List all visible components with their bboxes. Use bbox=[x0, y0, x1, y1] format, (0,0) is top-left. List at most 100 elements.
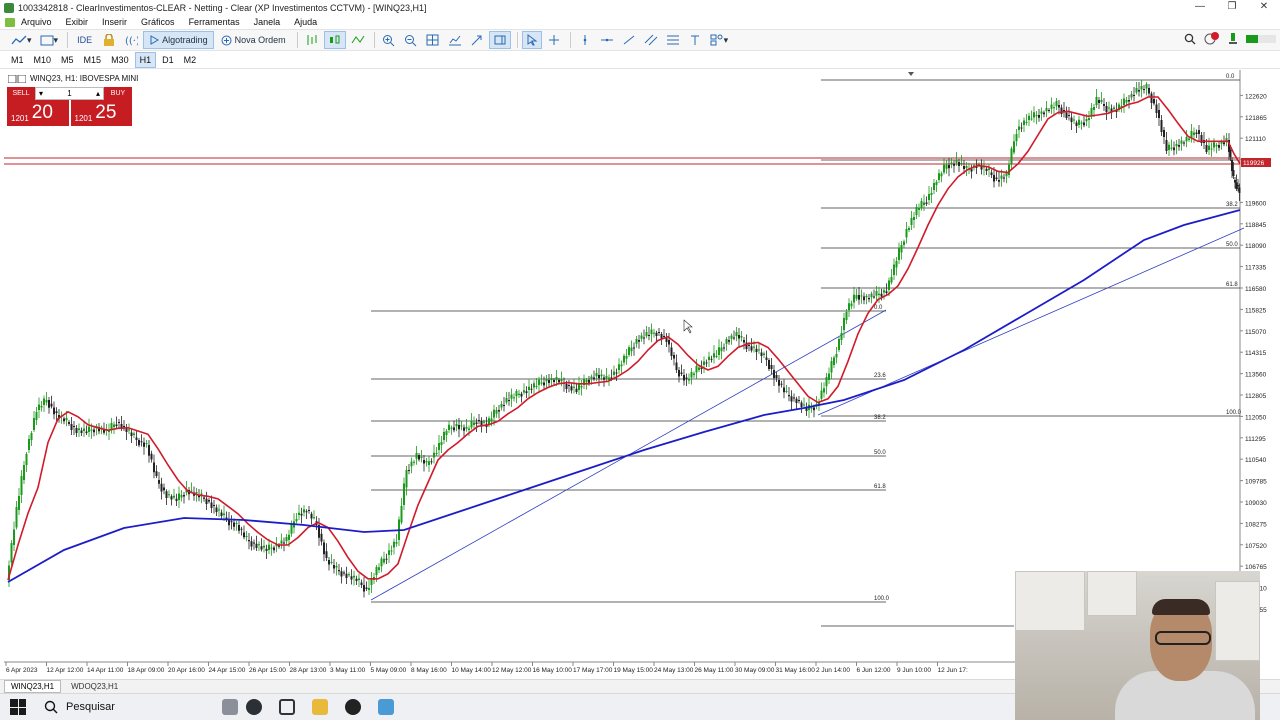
candle-body bbox=[1205, 145, 1208, 152]
candle-body bbox=[190, 490, 193, 492]
menu-ajuda[interactable]: Ajuda bbox=[294, 17, 317, 27]
ide-button[interactable]: IDE bbox=[72, 31, 97, 49]
candle-body bbox=[1190, 131, 1193, 138]
notifications-icon[interactable] bbox=[1204, 32, 1220, 45]
bar-chart-icon[interactable] bbox=[302, 31, 322, 49]
tf-m30[interactable]: M30 bbox=[107, 53, 133, 67]
candle-body bbox=[898, 248, 900, 260]
channel-icon[interactable] bbox=[641, 31, 661, 49]
lock-icon[interactable] bbox=[99, 31, 119, 49]
qty-down-icon[interactable]: ▾ bbox=[39, 89, 43, 98]
candle-body bbox=[1010, 148, 1013, 164]
candle-body bbox=[1145, 84, 1148, 89]
algotrading-button[interactable]: Algotrading bbox=[143, 31, 214, 49]
candle-body bbox=[998, 180, 1000, 182]
menu-inserir[interactable]: Inserir bbox=[102, 17, 127, 27]
candle-body bbox=[1038, 115, 1040, 118]
candle-body bbox=[470, 421, 473, 428]
candle-body bbox=[308, 510, 310, 511]
chart-end-icon[interactable] bbox=[488, 31, 511, 49]
chart-shift-icon[interactable] bbox=[467, 31, 487, 49]
taskbar-search[interactable]: Pesquisar bbox=[44, 700, 174, 714]
menu-logo-icon[interactable] bbox=[5, 17, 15, 27]
candle-body bbox=[565, 383, 568, 389]
chart-type-icon[interactable]: ▾ bbox=[8, 31, 35, 49]
bid-prefix: 1201 bbox=[11, 114, 29, 123]
template-icon[interactable]: ▾ bbox=[37, 31, 62, 49]
tf-m2[interactable]: M2 bbox=[180, 53, 201, 67]
menu-bar: Arquivo Exibir Inserir Gráficos Ferramen… bbox=[0, 15, 1280, 29]
bid-price[interactable]: 1201 20 bbox=[7, 100, 69, 126]
candle-body bbox=[710, 358, 713, 360]
line-chart-icon[interactable] bbox=[348, 31, 368, 49]
menu-ferramentas[interactable]: Ferramentas bbox=[189, 17, 240, 27]
candle-body bbox=[553, 380, 555, 382]
file-explorer-icon[interactable] bbox=[312, 699, 328, 715]
sell-button[interactable]: SELL bbox=[7, 87, 35, 100]
obs-icon[interactable] bbox=[345, 699, 361, 715]
candle-body bbox=[510, 394, 513, 399]
headset-icon[interactable] bbox=[246, 699, 262, 715]
candle-body bbox=[208, 500, 210, 502]
windows-start-icon[interactable] bbox=[10, 699, 26, 715]
candle-body bbox=[685, 377, 688, 379]
tf-d1[interactable]: D1 bbox=[158, 53, 178, 67]
fib-label-left: 0.0 bbox=[874, 305, 883, 311]
text-tool-icon[interactable] bbox=[685, 31, 705, 49]
cursor-icon[interactable] bbox=[521, 31, 542, 49]
metatrader-icon[interactable] bbox=[378, 699, 394, 715]
tf-m10[interactable]: M10 bbox=[30, 53, 56, 67]
price-label: 117335 bbox=[1245, 265, 1267, 272]
time-label: 28 Apr 13:00 bbox=[290, 667, 327, 674]
signal-status-icon[interactable] bbox=[1228, 32, 1238, 45]
candle-body bbox=[285, 537, 288, 542]
tf-m5[interactable]: M5 bbox=[57, 53, 78, 67]
candle-body bbox=[518, 393, 520, 395]
bid-big: 20 bbox=[31, 102, 53, 123]
tf-m1[interactable]: M1 bbox=[7, 53, 28, 67]
menu-graficos[interactable]: Gráficos bbox=[141, 17, 175, 27]
tf-h1[interactable]: H1 bbox=[134, 51, 157, 68]
task-view-icon[interactable] bbox=[279, 699, 295, 715]
buy-button[interactable]: BUY bbox=[104, 87, 132, 100]
nova-ordem-button[interactable]: Nova Ordem bbox=[216, 31, 291, 49]
candle-body bbox=[888, 280, 890, 290]
menu-janela[interactable]: Janela bbox=[254, 17, 281, 27]
signal-icon[interactable]: ((·)) bbox=[121, 31, 141, 49]
candle-body bbox=[900, 245, 903, 253]
tf-m15[interactable]: M15 bbox=[80, 53, 106, 67]
trendline-icon[interactable] bbox=[619, 31, 639, 49]
menu-arquivo[interactable]: Arquivo bbox=[21, 17, 52, 27]
close-icon[interactable]: ✕ bbox=[1248, 0, 1280, 15]
quantity-stepper[interactable]: ▾ 1 ▴ bbox=[35, 87, 104, 100]
ask-price[interactable]: 1201 25 bbox=[70, 100, 132, 126]
horizontal-line-icon[interactable] bbox=[597, 31, 617, 49]
candle-body bbox=[170, 496, 173, 500]
candle-body bbox=[880, 293, 883, 297]
menu-exibir[interactable]: Exibir bbox=[66, 17, 89, 27]
tab-winq23[interactable]: WINQ23,H1 bbox=[4, 680, 62, 693]
candle-body bbox=[355, 578, 358, 581]
candle-body bbox=[750, 346, 753, 351]
autoscroll-icon[interactable] bbox=[445, 31, 465, 49]
candle-body bbox=[1128, 100, 1130, 102]
grid-icon[interactable] bbox=[423, 31, 443, 49]
candle-body bbox=[1058, 105, 1060, 108]
vertical-line-icon[interactable] bbox=[575, 31, 595, 49]
zoom-in-icon[interactable] bbox=[379, 31, 399, 49]
fibonacci-icon[interactable] bbox=[663, 31, 683, 49]
candle-body bbox=[238, 525, 240, 531]
minimize-icon[interactable]: — bbox=[1184, 0, 1216, 15]
widgets-icon[interactable] bbox=[222, 699, 238, 715]
candlestick-icon[interactable] bbox=[323, 31, 346, 49]
search-icon[interactable] bbox=[1184, 33, 1196, 45]
restore-icon[interactable]: ❐ bbox=[1216, 0, 1248, 15]
tab-wdoq23[interactable]: WDOQ23,H1 bbox=[65, 681, 124, 692]
crosshair-icon[interactable] bbox=[544, 31, 564, 49]
candle-body bbox=[143, 442, 145, 447]
price-label: 114315 bbox=[1245, 350, 1267, 357]
candle-body bbox=[698, 367, 700, 370]
shapes-icon[interactable]: ▾ bbox=[707, 31, 732, 49]
qty-up-icon[interactable]: ▴ bbox=[96, 89, 100, 98]
zoom-out-icon[interactable] bbox=[401, 31, 421, 49]
